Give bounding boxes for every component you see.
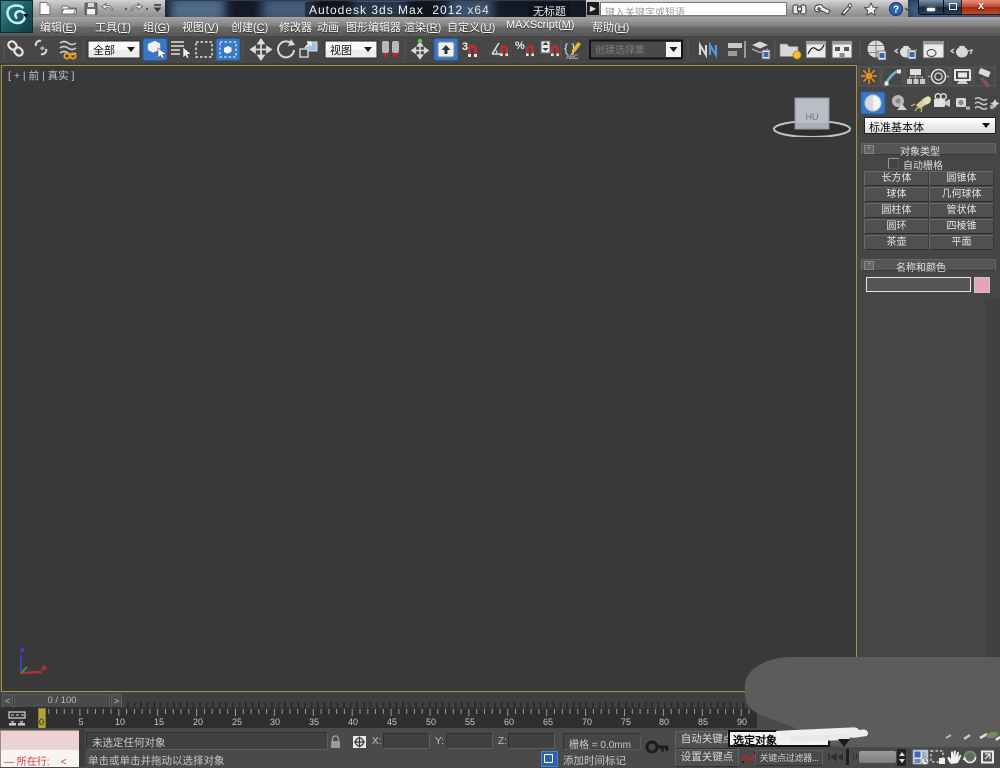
svg-text:视图: 视图: [330, 43, 352, 57]
svg-text:创建选择集: 创建选择集: [595, 44, 645, 57]
svg-text:HU: HU: [806, 112, 819, 122]
svg-text:3: 3: [462, 41, 468, 53]
svg-text:全部: 全部: [93, 43, 115, 57]
svg-text:ABC: ABC: [566, 55, 579, 61]
svg-text:?: ?: [893, 5, 899, 16]
svg-text:%: %: [515, 40, 525, 52]
